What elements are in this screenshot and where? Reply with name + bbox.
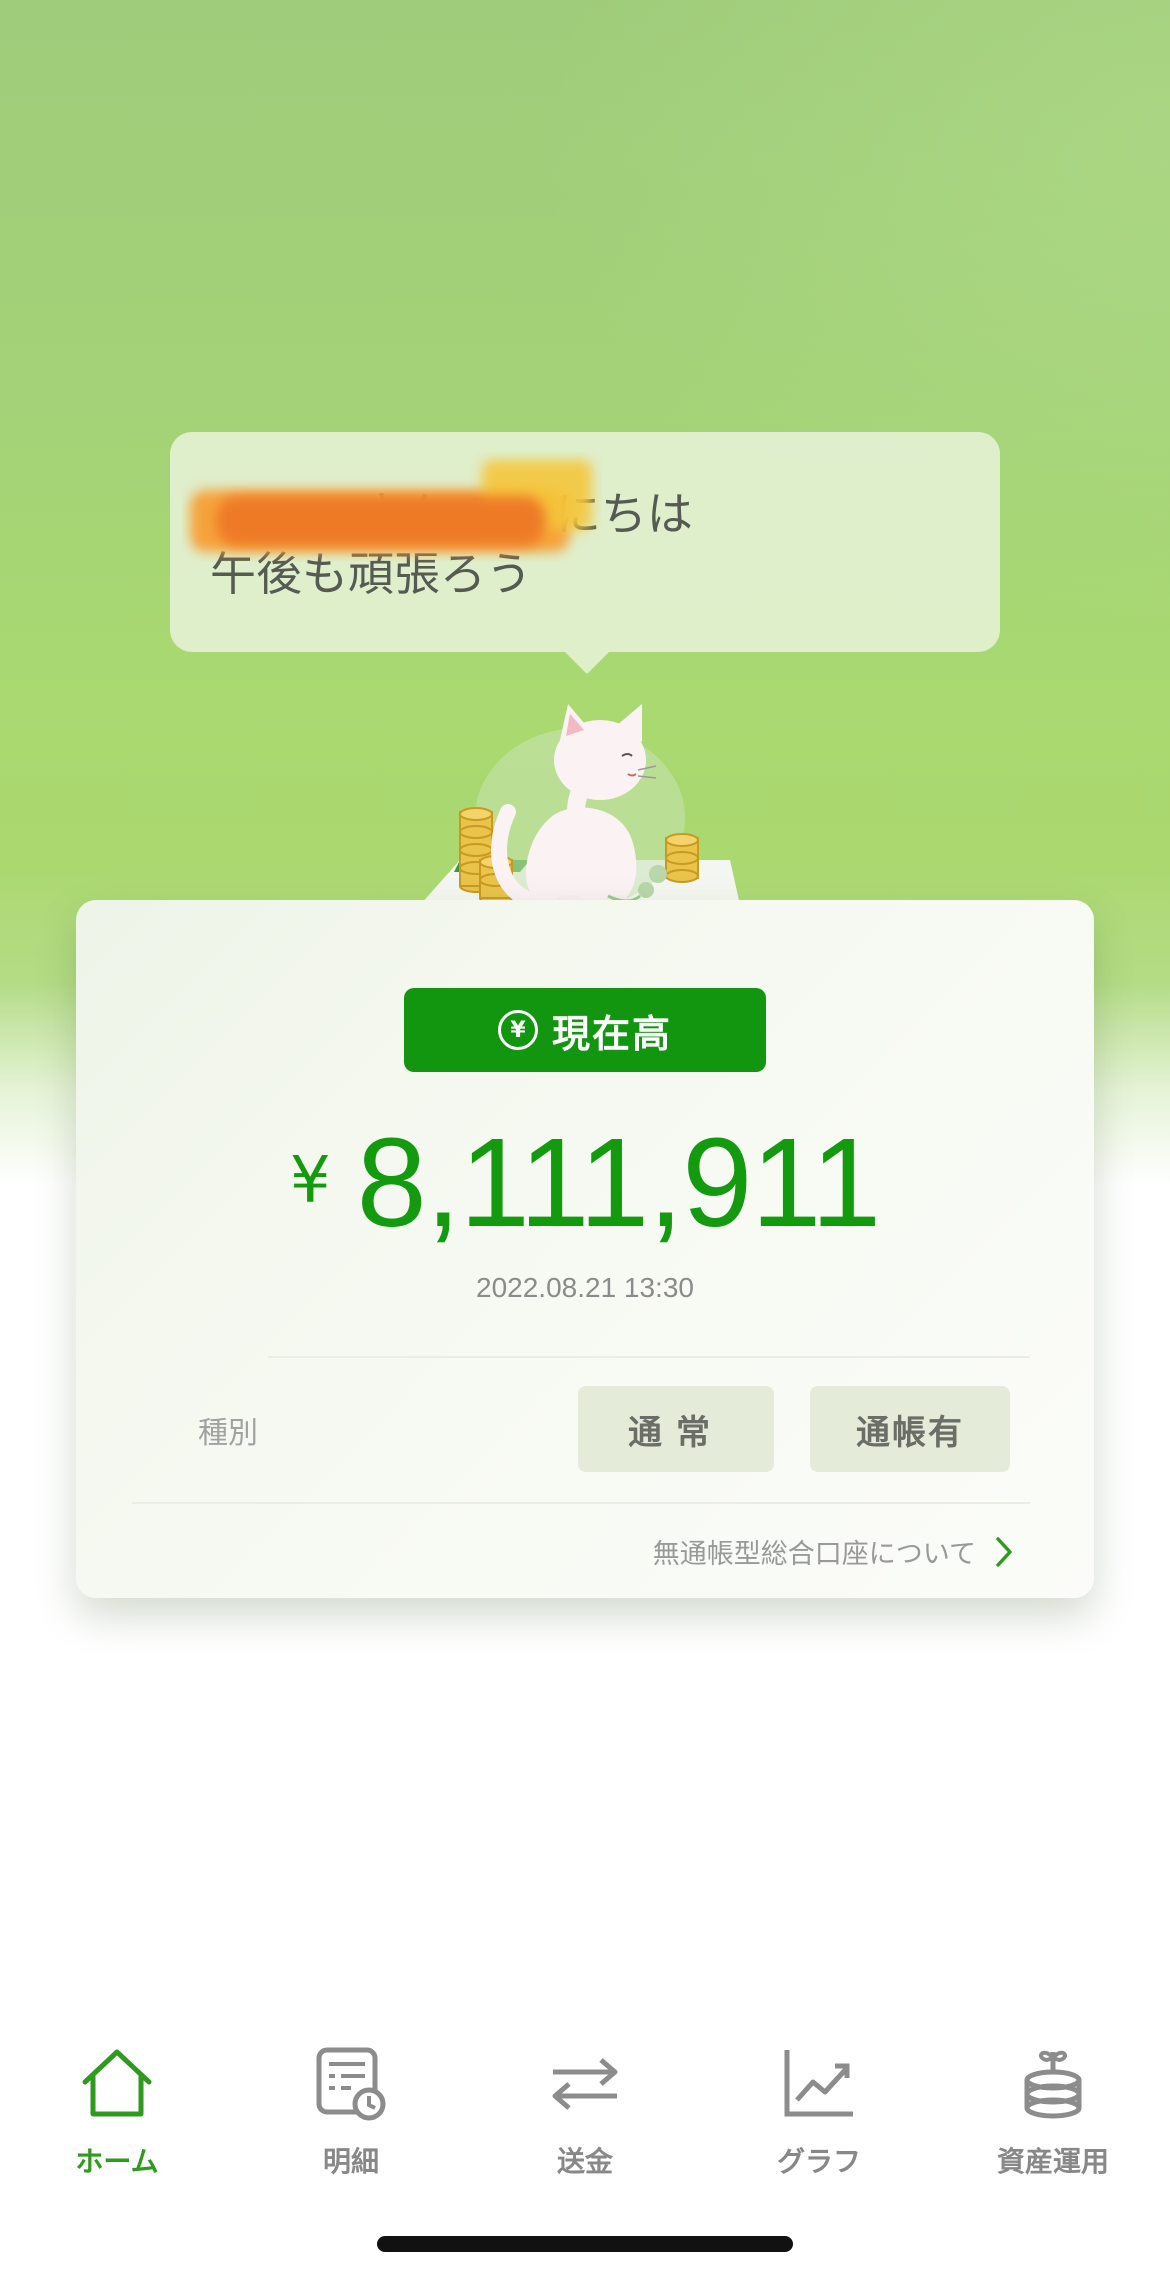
transfer-icon <box>552 2058 618 2110</box>
chart-icon <box>784 2050 853 2117</box>
greeting-bubble: さん こんにちは 午後も頑張ろう <box>170 432 1000 652</box>
chevron-right-icon <box>996 1536 1012 1567</box>
currency-symbol: ¥ <box>289 1144 331 1218</box>
balance-amount-row: ¥8,111,911 <box>76 1110 1094 1255</box>
redaction-mark <box>190 460 592 552</box>
account-type-chip-normal: 通常 <box>578 1386 774 1472</box>
passbookless-account-info-link[interactable]: 無通帳型総合口座について <box>653 1532 1014 1571</box>
home-indicator[interactable] <box>377 2236 793 2252</box>
tab-graph-label: グラフ <box>776 2145 861 2178</box>
current-balance-badge: ¥ 現在高 <box>404 988 766 1072</box>
balance-card: ¥ 現在高 ¥8,111,911 2022.08.21 13:30 種別 通常 … <box>76 900 1094 1598</box>
yen-circle-icon: ¥ <box>497 1010 538 1050</box>
bottom-tab-bar: ホーム 明細 送金 グラフ 資産運用 <box>0 2030 1170 2190</box>
tab-statement[interactable]: 明細 <box>234 2030 468 2190</box>
tab-home-label: ホーム <box>75 2145 159 2178</box>
statement-icon <box>316 2047 386 2121</box>
divider <box>268 1356 1030 1358</box>
home-icon <box>82 2049 152 2117</box>
account-type-chip-passbook: 通帳有 <box>810 1386 1010 1472</box>
divider <box>132 1502 1030 1504</box>
tab-home[interactable]: ホーム <box>0 2030 234 2190</box>
greeting-bubble-tail <box>565 652 609 674</box>
coins-gift-icon <box>1024 2050 1082 2119</box>
balance-timestamp: 2022.08.21 13:30 <box>476 1272 694 1303</box>
tab-asset-management-label: 資産運用 <box>996 2145 1109 2178</box>
tab-graph[interactable]: グラフ <box>702 2030 936 2190</box>
balance-amount: 8,111,911 <box>356 1112 881 1253</box>
tab-statement-label: 明細 <box>322 2145 379 2178</box>
tab-asset-management[interactable]: 資産運用 <box>936 2030 1170 2190</box>
account-info-link-label: 無通帳型総合口座について <box>652 1539 976 1570</box>
tab-transfer-label: 送金 <box>556 2145 613 2178</box>
tab-transfer[interactable]: 送金 <box>468 2030 702 2190</box>
current-balance-label: 現在高 <box>551 1011 672 1056</box>
account-type-label: 種別 <box>198 1416 258 1451</box>
